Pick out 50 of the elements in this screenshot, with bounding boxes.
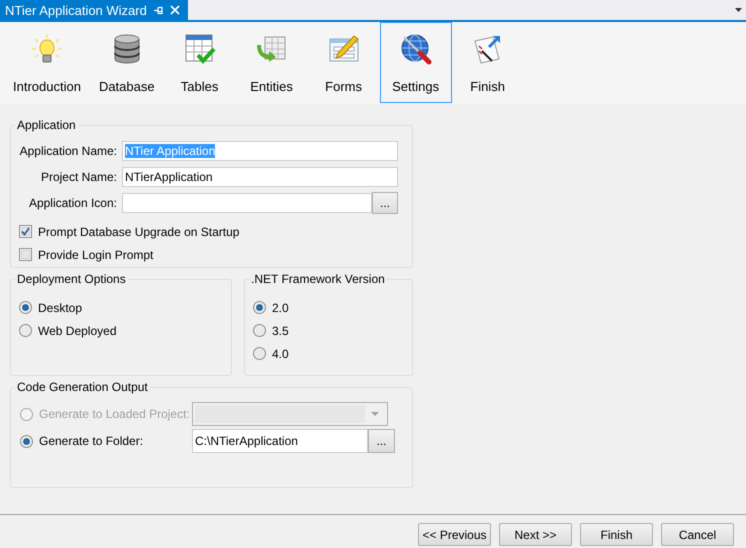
document-tab[interactable]: NTier Application Wizard <box>0 0 188 20</box>
wizard-step-tab[interactable]: Settings <box>380 22 452 103</box>
radio-label: Generate to Folder: <box>39 434 144 448</box>
table-check-icon <box>184 33 216 65</box>
group-title: .NET Framework Version <box>250 272 386 286</box>
radio-button[interactable] <box>253 347 266 360</box>
project-dropdown[interactable] <box>192 402 388 426</box>
checkbox-label: Provide Login Prompt <box>38 248 154 262</box>
browse-button[interactable]: ... <box>368 429 395 453</box>
wizard-button[interactable]: << Previous <box>418 523 491 546</box>
radio-button[interactable] <box>253 301 266 314</box>
field-label: Application Icon: <box>28 196 117 210</box>
input-field[interactable]: C:\NTierApplication <box>192 429 368 453</box>
wizard-button[interactable]: Cancel <box>661 523 734 546</box>
radio-label: 2.0 <box>272 300 289 314</box>
checkbox[interactable] <box>19 248 32 261</box>
browse-button[interactable]: ... <box>372 192 398 214</box>
radio-button[interactable] <box>19 324 32 337</box>
wizard-step-tab[interactable]: Finish <box>452 22 524 103</box>
radio-button[interactable] <box>253 324 266 337</box>
radio-label: Desktop <box>38 300 82 314</box>
radio-label: Generate to Loaded Project: <box>39 407 190 421</box>
wizard-step-tab[interactable]: Database <box>90 22 164 103</box>
group-title: Deployment Options <box>16 272 127 286</box>
radio-label: Web Deployed <box>38 324 116 338</box>
wizard-button[interactable]: Finish <box>580 523 653 546</box>
radio-button[interactable] <box>19 301 32 314</box>
wizard-step-tab[interactable]: Entities <box>236 22 308 103</box>
radio-button[interactable] <box>20 434 33 448</box>
wizard-step-tab[interactable]: Introduction <box>4 22 90 103</box>
group-title: Application <box>16 118 77 132</box>
wizard-step-tab[interactable]: Tables <box>164 22 236 103</box>
dropdown-arrow-icon <box>735 8 742 12</box>
group-title: Code Generation Output <box>16 380 149 394</box>
field-label: Project Name: <box>40 170 117 184</box>
pin-icon <box>152 6 164 14</box>
checkbox-label: Prompt Database Upgrade on Startup <box>38 224 240 238</box>
input-field[interactable]: NTierApplication <box>122 167 398 187</box>
input-field[interactable] <box>122 192 372 212</box>
close-icon <box>170 5 180 15</box>
globe-screwdriver-icon <box>400 33 432 65</box>
radio-label: 4.0 <box>272 346 289 360</box>
window-title: NTier Application Wizard <box>5 2 147 18</box>
dropdown-arrow-icon <box>371 412 379 416</box>
radio-label: 3.5 <box>272 324 289 338</box>
wizard-button[interactable]: Next >> <box>499 523 572 546</box>
lightbulb-icon <box>30 33 63 65</box>
wizard-step-tab[interactable]: Forms <box>308 22 380 103</box>
checkbox[interactable] <box>19 225 32 238</box>
field-label: Application Name: <box>18 144 117 158</box>
